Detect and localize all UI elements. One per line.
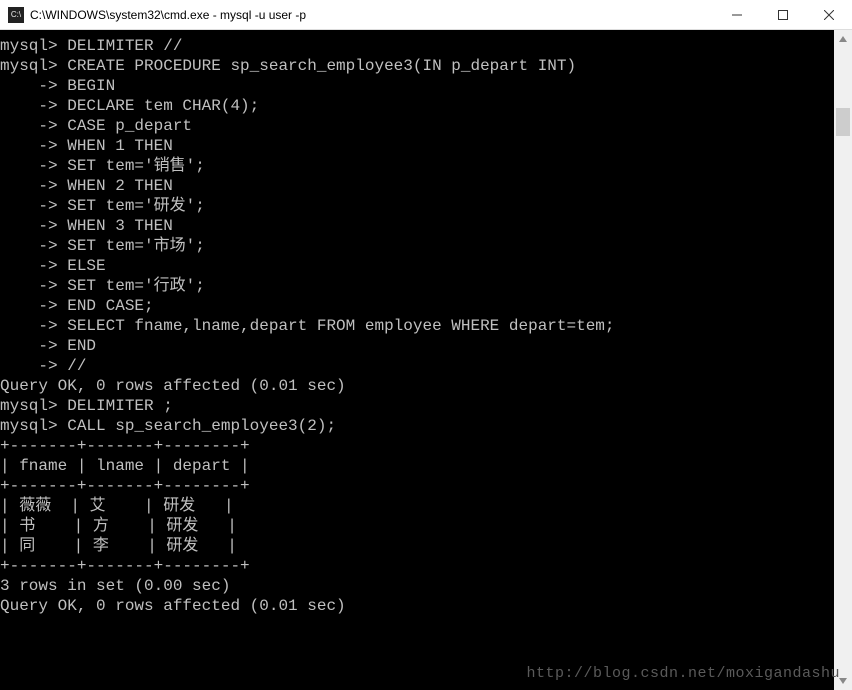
chevron-up-icon (839, 35, 847, 43)
terminal-line: | fname | lname | depart | (0, 456, 834, 476)
window-title: C:\WINDOWS\system32\cmd.exe - mysql -u u… (30, 8, 714, 22)
terminal-line: -> SET tem='销售'; (0, 156, 834, 176)
terminal-line: mysql> DELIMITER // (0, 36, 834, 56)
terminal-line: 3 rows in set (0.00 sec) (0, 576, 834, 596)
scrollbar-track[interactable] (834, 48, 852, 672)
terminal-line: Query OK, 0 rows affected (0.01 sec) (0, 376, 834, 396)
terminal-line: -> BEGIN (0, 76, 834, 96)
terminal-output[interactable]: mysql> DELIMITER //mysql> CREATE PROCEDU… (0, 30, 834, 690)
maximize-button[interactable] (760, 0, 806, 30)
terminal-line: -> SELECT fname,lname,depart FROM employ… (0, 316, 834, 336)
terminal-line: Query OK, 0 rows affected (0.01 sec) (0, 596, 834, 616)
terminal-line: mysql> CREATE PROCEDURE sp_search_employ… (0, 56, 834, 76)
close-button[interactable] (806, 0, 852, 30)
terminal-line: -> WHEN 2 THEN (0, 176, 834, 196)
terminal-line: -> SET tem='行政'; (0, 276, 834, 296)
terminal-line: mysql> CALL sp_search_employee3(2); (0, 416, 834, 436)
window-titlebar: C:\ C:\WINDOWS\system32\cmd.exe - mysql … (0, 0, 852, 30)
terminal-line: | 同 | 李 | 研发 | (0, 536, 834, 556)
terminal-line: -> END CASE; (0, 296, 834, 316)
terminal-line: | 薇薇 | 艾 | 研发 | (0, 496, 834, 516)
terminal-line: +-------+-------+--------+ (0, 436, 834, 456)
window-controls (714, 0, 852, 30)
vertical-scrollbar[interactable] (834, 30, 852, 690)
terminal-line: +-------+-------+--------+ (0, 556, 834, 576)
maximize-icon (778, 10, 788, 20)
terminal-line: mysql> DELIMITER ; (0, 396, 834, 416)
terminal-line: -> DECLARE tem CHAR(4); (0, 96, 834, 116)
terminal-line: -> WHEN 1 THEN (0, 136, 834, 156)
scroll-up-button[interactable] (834, 30, 852, 48)
terminal-line: | 书 | 方 | 研发 | (0, 516, 834, 536)
scroll-down-button[interactable] (834, 672, 852, 690)
terminal-line: -> CASE p_depart (0, 116, 834, 136)
close-icon (824, 10, 834, 20)
terminal-line: -> ELSE (0, 256, 834, 276)
minimize-icon (732, 10, 742, 20)
minimize-button[interactable] (714, 0, 760, 30)
chevron-down-icon (839, 677, 847, 685)
terminal-line: -> WHEN 3 THEN (0, 216, 834, 236)
terminal-line: -> END (0, 336, 834, 356)
cmd-icon: C:\ (8, 7, 24, 23)
terminal-line: -> // (0, 356, 834, 376)
terminal-area: mysql> DELIMITER //mysql> CREATE PROCEDU… (0, 30, 852, 690)
terminal-line: +-------+-------+--------+ (0, 476, 834, 496)
scrollbar-thumb[interactable] (836, 108, 850, 136)
terminal-line: -> SET tem='研发'; (0, 196, 834, 216)
terminal-line: -> SET tem='市场'; (0, 236, 834, 256)
